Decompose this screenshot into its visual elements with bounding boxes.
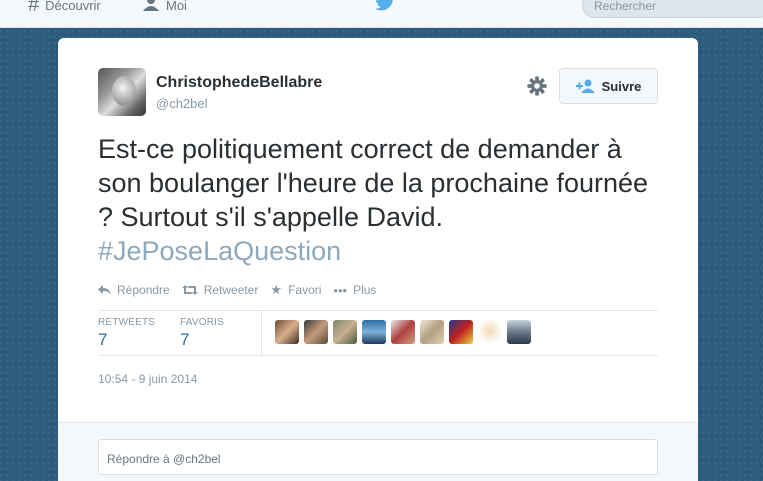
nav-me[interactable]: Moi [142,0,187,15]
follow-button[interactable]: Suivre [559,68,658,104]
tweet-actions: Répondre Retweeter ★ Favori ••• Plus [98,282,388,298]
reply-icon [98,283,111,298]
favorites-count: 7 [180,330,190,349]
top-navigation-bar: # Découvrir Moi Rechercher [0,0,763,28]
favorite-label: Favori [288,283,322,297]
reply-placeholder: Répondre à @ch2bel [107,452,221,466]
reply-area: Répondre à @ch2bel [58,422,698,481]
favorites-label: FAVORIS [180,317,225,328]
hash-icon: # [28,0,40,16]
hashtag-link[interactable]: #JePoseLaQuestion [98,236,341,266]
favoriter-avatar[interactable] [391,320,415,344]
nav-discover-label: Découvrir [45,0,101,13]
search-placeholder: Rechercher [594,0,657,13]
favoriter-avatar[interactable] [304,320,328,344]
author-handle[interactable]: @ch2bel [156,96,208,111]
retweet-label: Retweeter [203,283,259,297]
retweet-icon [181,283,198,298]
reply-label: Répondre [117,283,170,297]
nav-me-label: Moi [166,0,187,13]
twitter-bird-icon[interactable] [374,0,396,12]
favoriter-avatar[interactable] [478,320,502,344]
stats-divider [261,311,262,356]
search-input[interactable]: Rechercher [582,0,763,18]
retweets-count: 7 [98,330,108,349]
retweets-stat[interactable]: RETWEETS 7 [98,317,155,350]
add-user-icon [575,79,595,93]
favoriter-avatars [275,320,536,344]
favoriter-avatar[interactable] [333,320,357,344]
favoriter-avatar[interactable] [507,320,531,344]
favoriter-avatar[interactable] [420,320,444,344]
more-label: Plus [353,283,377,297]
reply-input[interactable]: Répondre à @ch2bel [98,439,658,475]
star-icon: ★ [270,282,283,297]
favoriter-avatar[interactable] [362,320,386,344]
tweet-body: Est-ce politiquement correct de demander… [98,134,649,232]
retweet-action[interactable]: Retweeter [181,283,259,298]
author-fullname[interactable]: ChristophedeBellabre [156,74,322,92]
more-action[interactable]: ••• Plus [333,283,376,298]
favoriter-avatar[interactable] [449,320,473,344]
nav-discover[interactable]: # Découvrir [28,0,101,16]
retweets-label: RETWEETS [98,317,156,328]
gear-icon[interactable] [526,75,548,97]
person-icon [142,0,160,17]
favorites-stat[interactable]: FAVORIS 7 [180,317,224,350]
favoriter-avatar[interactable] [275,320,299,344]
tweet-stats: RETWEETS 7 FAVORIS 7 [98,310,658,356]
tweet-text: Est-ce politiquement correct de demander… [98,132,668,268]
reply-action[interactable]: Répondre [98,283,170,298]
avatar[interactable] [98,68,146,116]
favorite-action[interactable]: ★ Favori [270,282,321,298]
more-icon: ••• [333,282,348,298]
avatar-face [112,76,136,106]
tweet-card: ChristophedeBellabre @ch2bel Suivre Est-… [58,38,698,481]
follow-label: Suivre [601,78,642,94]
tweet-timestamp[interactable]: 10:54 - 9 juin 2014 [98,372,197,386]
